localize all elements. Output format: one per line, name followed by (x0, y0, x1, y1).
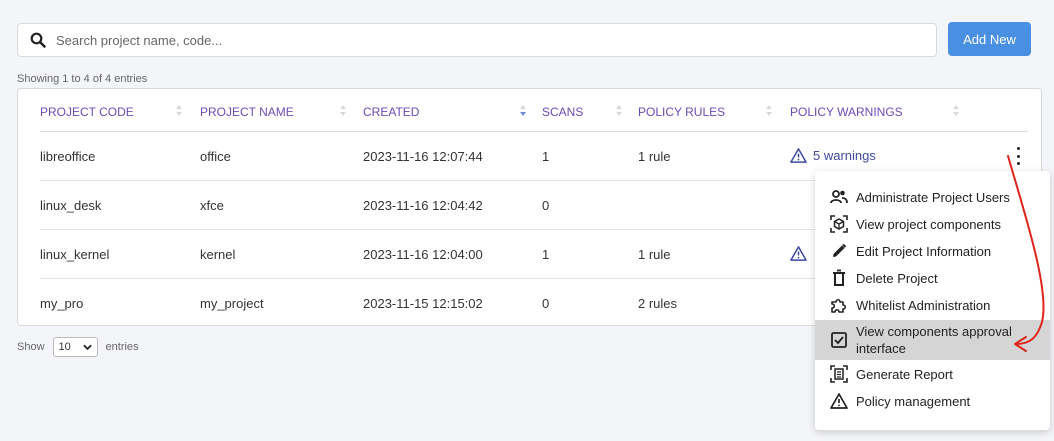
sort-icon[interactable] (766, 104, 772, 118)
column-header-project-name[interactable]: PROJECT NAME (200, 105, 294, 119)
cell-project-code: my_pro (40, 296, 84, 311)
menu-item-administrate-users[interactable]: Administrate Project Users (815, 186, 1050, 208)
search-icon (30, 32, 46, 48)
warnings-count[interactable]: 5 warnings (813, 148, 876, 163)
warning-icon (790, 246, 807, 261)
row-actions-dropdown: Administrate Project Users View project … (815, 171, 1050, 430)
page-size-select[interactable]: 10 (52, 337, 98, 357)
cell-policy-rules: 1 rule (638, 247, 671, 262)
page-size-control: Show 10 entries (17, 337, 139, 357)
menu-item-edit-project[interactable]: Edit Project Information (815, 240, 1050, 262)
page-size-value: 10 (58, 341, 71, 353)
report-icon (830, 365, 848, 383)
trash-icon (833, 269, 845, 286)
chevron-down-icon (82, 344, 92, 350)
cell-project-code: linux_kernel (40, 247, 110, 262)
row-actions-menu-icon[interactable] (1014, 147, 1022, 165)
users-icon (830, 190, 848, 204)
menu-item-label: Generate Report (856, 366, 953, 382)
menu-item-generate-report[interactable]: Generate Report (815, 363, 1050, 385)
cell-scans: 1 (542, 247, 550, 262)
menu-item-delete-project[interactable]: Delete Project (815, 267, 1050, 289)
puzzle-icon (831, 298, 847, 313)
cell-created: 2023-11-15 12:15:02 (363, 296, 483, 311)
menu-item-whitelist-admin[interactable]: Whitelist Administration (815, 294, 1050, 316)
sort-icon[interactable] (953, 104, 959, 118)
sort-icon[interactable] (340, 104, 346, 118)
entries-label: entries (105, 341, 139, 353)
sort-icon[interactable] (176, 104, 182, 118)
cell-created: 2023-11-16 12:04:42 (363, 198, 483, 213)
cell-scans: 1 (542, 149, 550, 164)
table-header: PROJECT CODE PROJECT NAME CREATED SCANS … (40, 89, 1028, 132)
cell-project-name: xfce (200, 198, 224, 213)
cell-policy-rules: 1 rule (638, 149, 671, 164)
column-header-policy-rules[interactable]: POLICY RULES (638, 105, 725, 119)
menu-item-label: Edit Project Information (856, 243, 992, 259)
menu-item-view-components[interactable]: View project components (815, 213, 1050, 235)
menu-item-label: View project components (856, 216, 1002, 232)
cell-project-name: my_project (200, 296, 264, 311)
cell-created: 2023-11-16 12:04:00 (363, 247, 483, 262)
cell-scans: 0 (542, 198, 550, 213)
policy-warnings-link[interactable]: 5 warnings (790, 147, 876, 164)
cell-project-code: libreoffice (40, 149, 96, 164)
menu-item-label: Administrate Project Users (856, 189, 1010, 205)
add-new-button[interactable]: Add New (948, 22, 1031, 56)
menu-item-policy-management[interactable]: Policy management (815, 390, 1050, 412)
show-label: Show (17, 341, 45, 353)
sort-desc-icon[interactable] (520, 104, 526, 118)
menu-item-components-approval[interactable]: View components approval interface (815, 320, 1050, 360)
column-header-created[interactable]: CREATED (363, 105, 419, 119)
column-header-project-code[interactable]: PROJECT CODE (40, 105, 134, 119)
search-box[interactable] (17, 23, 937, 57)
column-header-policy-warnings[interactable]: POLICY WARNINGS (790, 105, 903, 119)
search-input[interactable] (56, 32, 916, 48)
menu-item-label: Whitelist Administration (856, 297, 991, 313)
menu-item-label: View components approval interface (856, 324, 1012, 356)
policy-warnings-link[interactable] (790, 245, 807, 262)
warning-icon (790, 148, 807, 163)
menu-item-label: Delete Project (856, 270, 938, 286)
cell-scans: 0 (542, 296, 550, 311)
warning-icon (830, 393, 848, 409)
menu-item-label: Policy management (856, 393, 971, 409)
cell-policy-rules: 2 rules (638, 296, 678, 311)
cell-project-name: kernel (200, 247, 236, 262)
cell-project-code: linux_desk (40, 198, 102, 213)
column-header-scans[interactable]: SCANS (542, 105, 583, 119)
checkbox-icon (831, 332, 847, 348)
components-icon (830, 215, 848, 233)
cell-project-name: office (200, 149, 231, 164)
entries-info: Showing 1 to 4 of 4 entries (17, 73, 148, 85)
cell-created: 2023-11-16 12:07:44 (363, 149, 483, 164)
sort-icon[interactable] (616, 104, 622, 118)
pencil-icon (833, 243, 847, 257)
